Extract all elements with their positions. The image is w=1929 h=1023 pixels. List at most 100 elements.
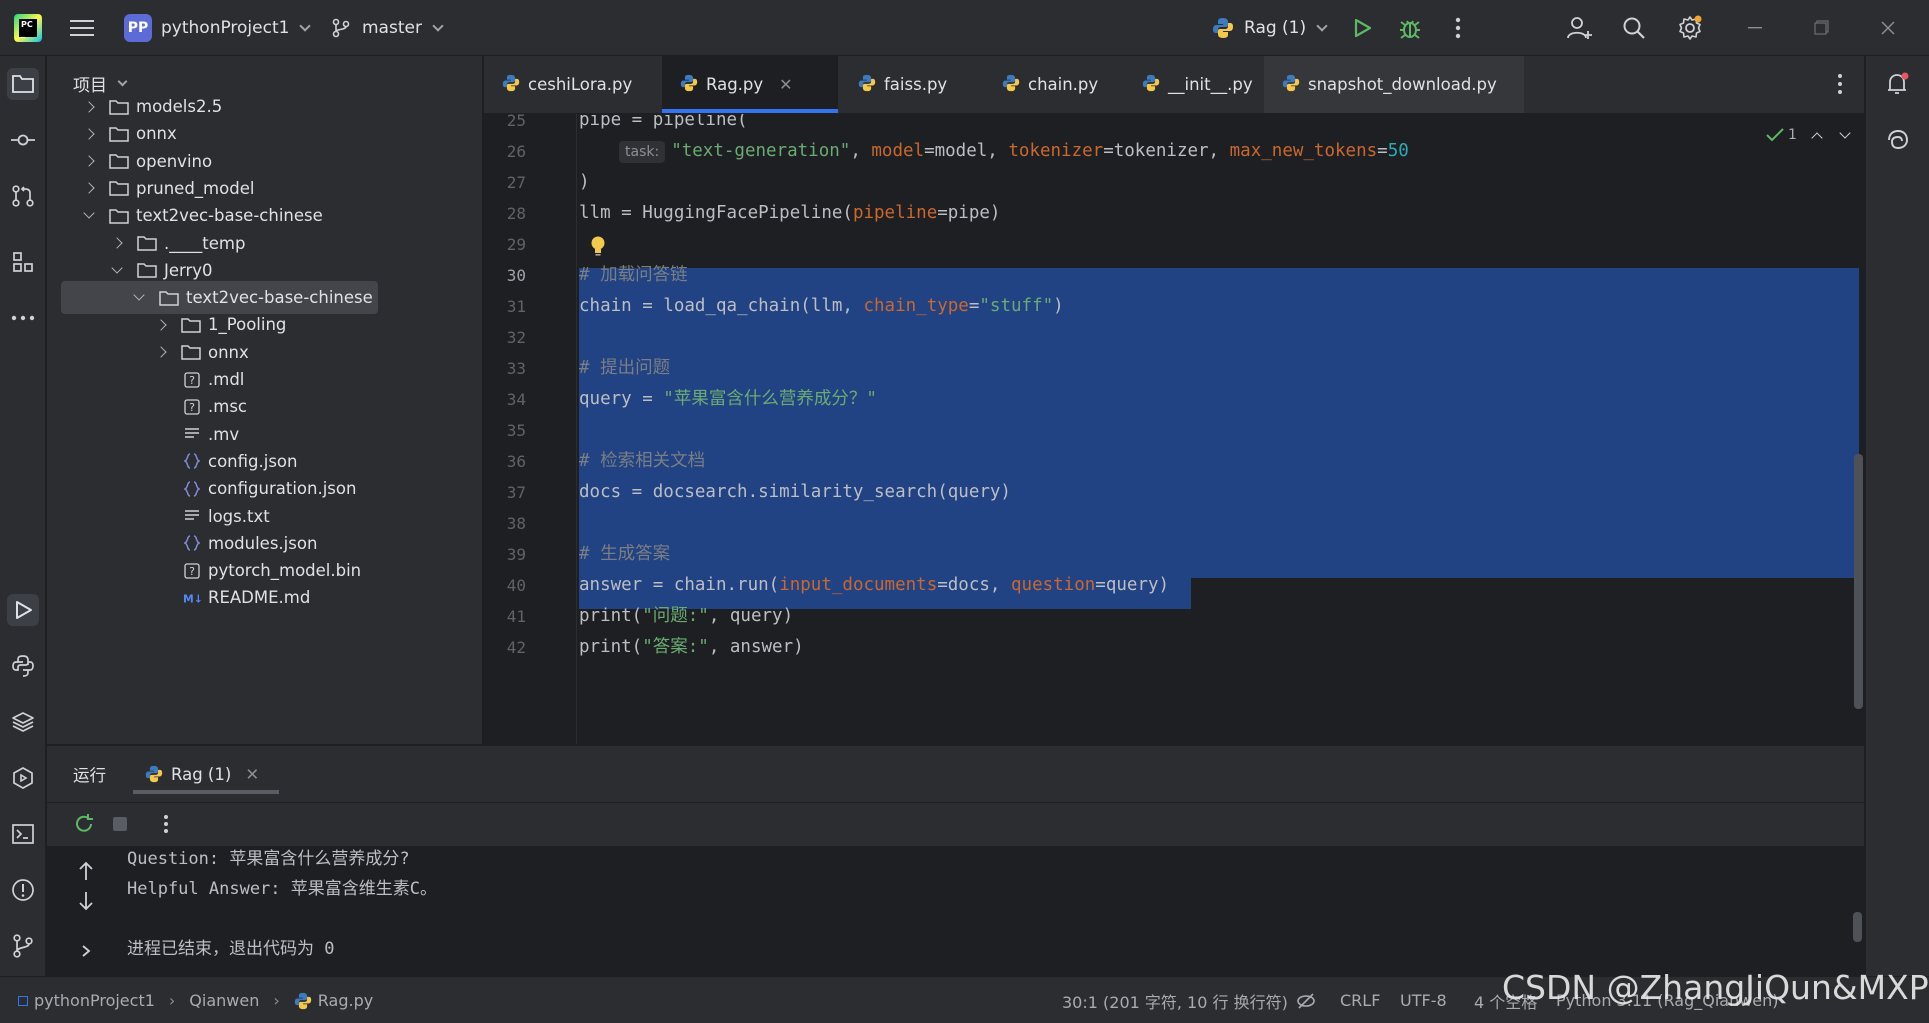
tab-snapshot-download[interactable]: snapshot_download.py bbox=[1264, 56, 1524, 113]
run-console-output[interactable]: Question: 苹果富含什么营养成分? Helpful Answer: 苹果… bbox=[47, 846, 1864, 976]
more-tools-icon[interactable] bbox=[7, 302, 39, 334]
breadcrumb-file[interactable]: Rag.py bbox=[318, 991, 373, 1010]
project-tool-folder-icon[interactable] bbox=[7, 68, 39, 100]
tab-options-icon[interactable] bbox=[1826, 70, 1854, 98]
project-badge: PP bbox=[124, 14, 152, 42]
folder-icon bbox=[137, 235, 157, 251]
python-file-icon bbox=[294, 992, 312, 1010]
lightbulb-icon[interactable] bbox=[590, 235, 606, 257]
more-actions-icon[interactable] bbox=[1444, 14, 1472, 42]
structure-icon[interactable] bbox=[7, 246, 39, 278]
terminal-icon[interactable] bbox=[7, 818, 39, 850]
chevron-right-icon[interactable] bbox=[83, 155, 95, 167]
python-file-icon bbox=[1002, 74, 1020, 96]
problems-icon[interactable] bbox=[7, 874, 39, 906]
rerun-icon[interactable] bbox=[73, 813, 95, 835]
chevron-right-icon[interactable] bbox=[83, 182, 95, 195]
close-window-icon[interactable] bbox=[1874, 14, 1902, 42]
code-line-42: print("答案:", answer) bbox=[579, 637, 804, 657]
tree-item-label: logs.txt bbox=[208, 506, 270, 526]
run-tab-rag[interactable]: Rag (1) ✕ bbox=[132, 746, 280, 802]
git-icon[interactable] bbox=[7, 930, 39, 962]
scroll-up-icon[interactable] bbox=[75, 860, 97, 882]
search-icon[interactable] bbox=[1620, 14, 1648, 42]
branch-selector[interactable]: master bbox=[332, 0, 444, 56]
services-icon[interactable] bbox=[7, 762, 39, 794]
breadcrumb-project[interactable]: pythonProject1 bbox=[34, 991, 155, 1010]
breadcrumb-separator-icon: › bbox=[168, 991, 176, 1010]
chevron-right-icon[interactable] bbox=[155, 346, 167, 358]
code-line-28: llm = HuggingFacePipeline(pipeline=pipe) bbox=[579, 203, 1001, 223]
line-separator[interactable]: CRLF bbox=[1340, 977, 1380, 1023]
line-number: 32 bbox=[506, 328, 526, 347]
close-tab-icon[interactable]: ✕ bbox=[779, 75, 792, 94]
console-scrollbar[interactable] bbox=[1853, 912, 1862, 942]
chevron-down-icon[interactable] bbox=[111, 262, 123, 274]
line-number: 38 bbox=[506, 514, 526, 533]
markdown-file-icon: M↓ bbox=[183, 589, 201, 607]
folder-icon bbox=[109, 126, 129, 142]
python-packages-icon[interactable] bbox=[7, 706, 39, 738]
chevron-down-icon[interactable] bbox=[83, 207, 95, 219]
project-name: pythonProject1 bbox=[161, 18, 290, 38]
json-file-icon bbox=[183, 534, 201, 552]
console-line: 进程已结束，退出代码为 0 bbox=[127, 939, 335, 959]
gutter-divider bbox=[576, 114, 577, 744]
stop-icon[interactable] bbox=[109, 813, 131, 835]
prev-highlight-icon[interactable] bbox=[1811, 131, 1823, 144]
main-menu-icon[interactable] bbox=[68, 14, 96, 42]
caret-position[interactable]: 30:1 (201 字符, 10 行 换行符) bbox=[1062, 977, 1288, 1023]
line-number: 26 bbox=[506, 142, 526, 161]
chevron-right-icon[interactable] bbox=[155, 319, 167, 331]
chevron-down-icon[interactable] bbox=[133, 289, 145, 301]
line-number: 40 bbox=[506, 576, 526, 595]
pull-requests-icon[interactable] bbox=[7, 180, 39, 212]
run-more-icon[interactable] bbox=[155, 813, 177, 835]
line-number-gutter: 25 26 27 28 29 30 31 32 33 34 35 36 37 38 39 40 41 42 bbox=[484, 114, 576, 744]
console-prompt-icon[interactable] bbox=[75, 940, 97, 962]
debug-icon[interactable] bbox=[1396, 14, 1424, 42]
tree-item-label: 1_Pooling bbox=[208, 315, 287, 335]
python-console-icon[interactable] bbox=[7, 650, 39, 682]
line-number: 41 bbox=[506, 607, 526, 626]
code-editor[interactable]: 25 26 27 28 29 30 31 32 33 34 35 36 37 38 39 40 41 42 1 p… bbox=[484, 114, 1864, 744]
tree-item-label: configuration.json bbox=[208, 479, 357, 499]
file-encoding[interactable]: UTF-8 bbox=[1400, 977, 1447, 1023]
run-tool-icon[interactable] bbox=[7, 594, 39, 626]
tab-faiss[interactable]: faiss.py bbox=[840, 56, 980, 113]
chevron-right-icon[interactable] bbox=[83, 128, 95, 140]
minimize-window-icon[interactable] bbox=[1742, 14, 1770, 42]
run-icon[interactable] bbox=[1348, 14, 1376, 42]
commit-icon[interactable] bbox=[7, 124, 39, 156]
tree-item-label: .msc bbox=[208, 397, 247, 417]
notifications-bell-icon[interactable] bbox=[1882, 68, 1914, 100]
editor-scrollbar[interactable] bbox=[1854, 454, 1863, 709]
chevron-right-icon[interactable] bbox=[111, 237, 123, 249]
python-file-icon bbox=[1142, 74, 1160, 96]
tab-ceshilora[interactable]: ceshiLora.py bbox=[484, 56, 660, 113]
tab-label: snapshot_download.py bbox=[1308, 75, 1497, 94]
ai-assistant-icon[interactable] bbox=[1882, 124, 1914, 156]
maximize-window-icon[interactable] bbox=[1808, 14, 1836, 42]
tree-item[interactable]: M↓ README.md bbox=[157, 581, 310, 614]
tab-rag[interactable]: Rag.py ✕ bbox=[662, 56, 838, 113]
breadcrumb-separator-icon: › bbox=[273, 991, 280, 1010]
next-highlight-icon[interactable] bbox=[1839, 126, 1851, 139]
python-file-icon bbox=[1213, 18, 1233, 38]
close-tab-icon[interactable]: ✕ bbox=[245, 765, 259, 784]
tab-chain[interactable]: chain.py bbox=[984, 56, 1124, 113]
chevron-right-icon[interactable] bbox=[83, 100, 95, 113]
chevron-down-icon bbox=[432, 19, 444, 32]
inspection-widget[interactable]: 1 bbox=[1766, 124, 1851, 146]
folder-icon bbox=[109, 153, 129, 169]
run-config-selector[interactable]: Rag (1) bbox=[1212, 0, 1328, 56]
branch-name: master bbox=[362, 18, 422, 38]
settings-gear-icon[interactable] bbox=[1676, 14, 1704, 42]
project-selector[interactable]: PP pythonProject1 bbox=[124, 0, 312, 56]
breadcrumb-folder[interactable]: Qianwen bbox=[189, 991, 259, 1010]
scroll-down-icon[interactable] bbox=[75, 890, 97, 912]
run-config-label: Rag (1) bbox=[1244, 18, 1307, 38]
tab-init[interactable]: __init__.py bbox=[1124, 56, 1284, 113]
add-user-icon[interactable] bbox=[1566, 14, 1594, 42]
readonly-toggle-icon[interactable] bbox=[1296, 977, 1316, 1023]
